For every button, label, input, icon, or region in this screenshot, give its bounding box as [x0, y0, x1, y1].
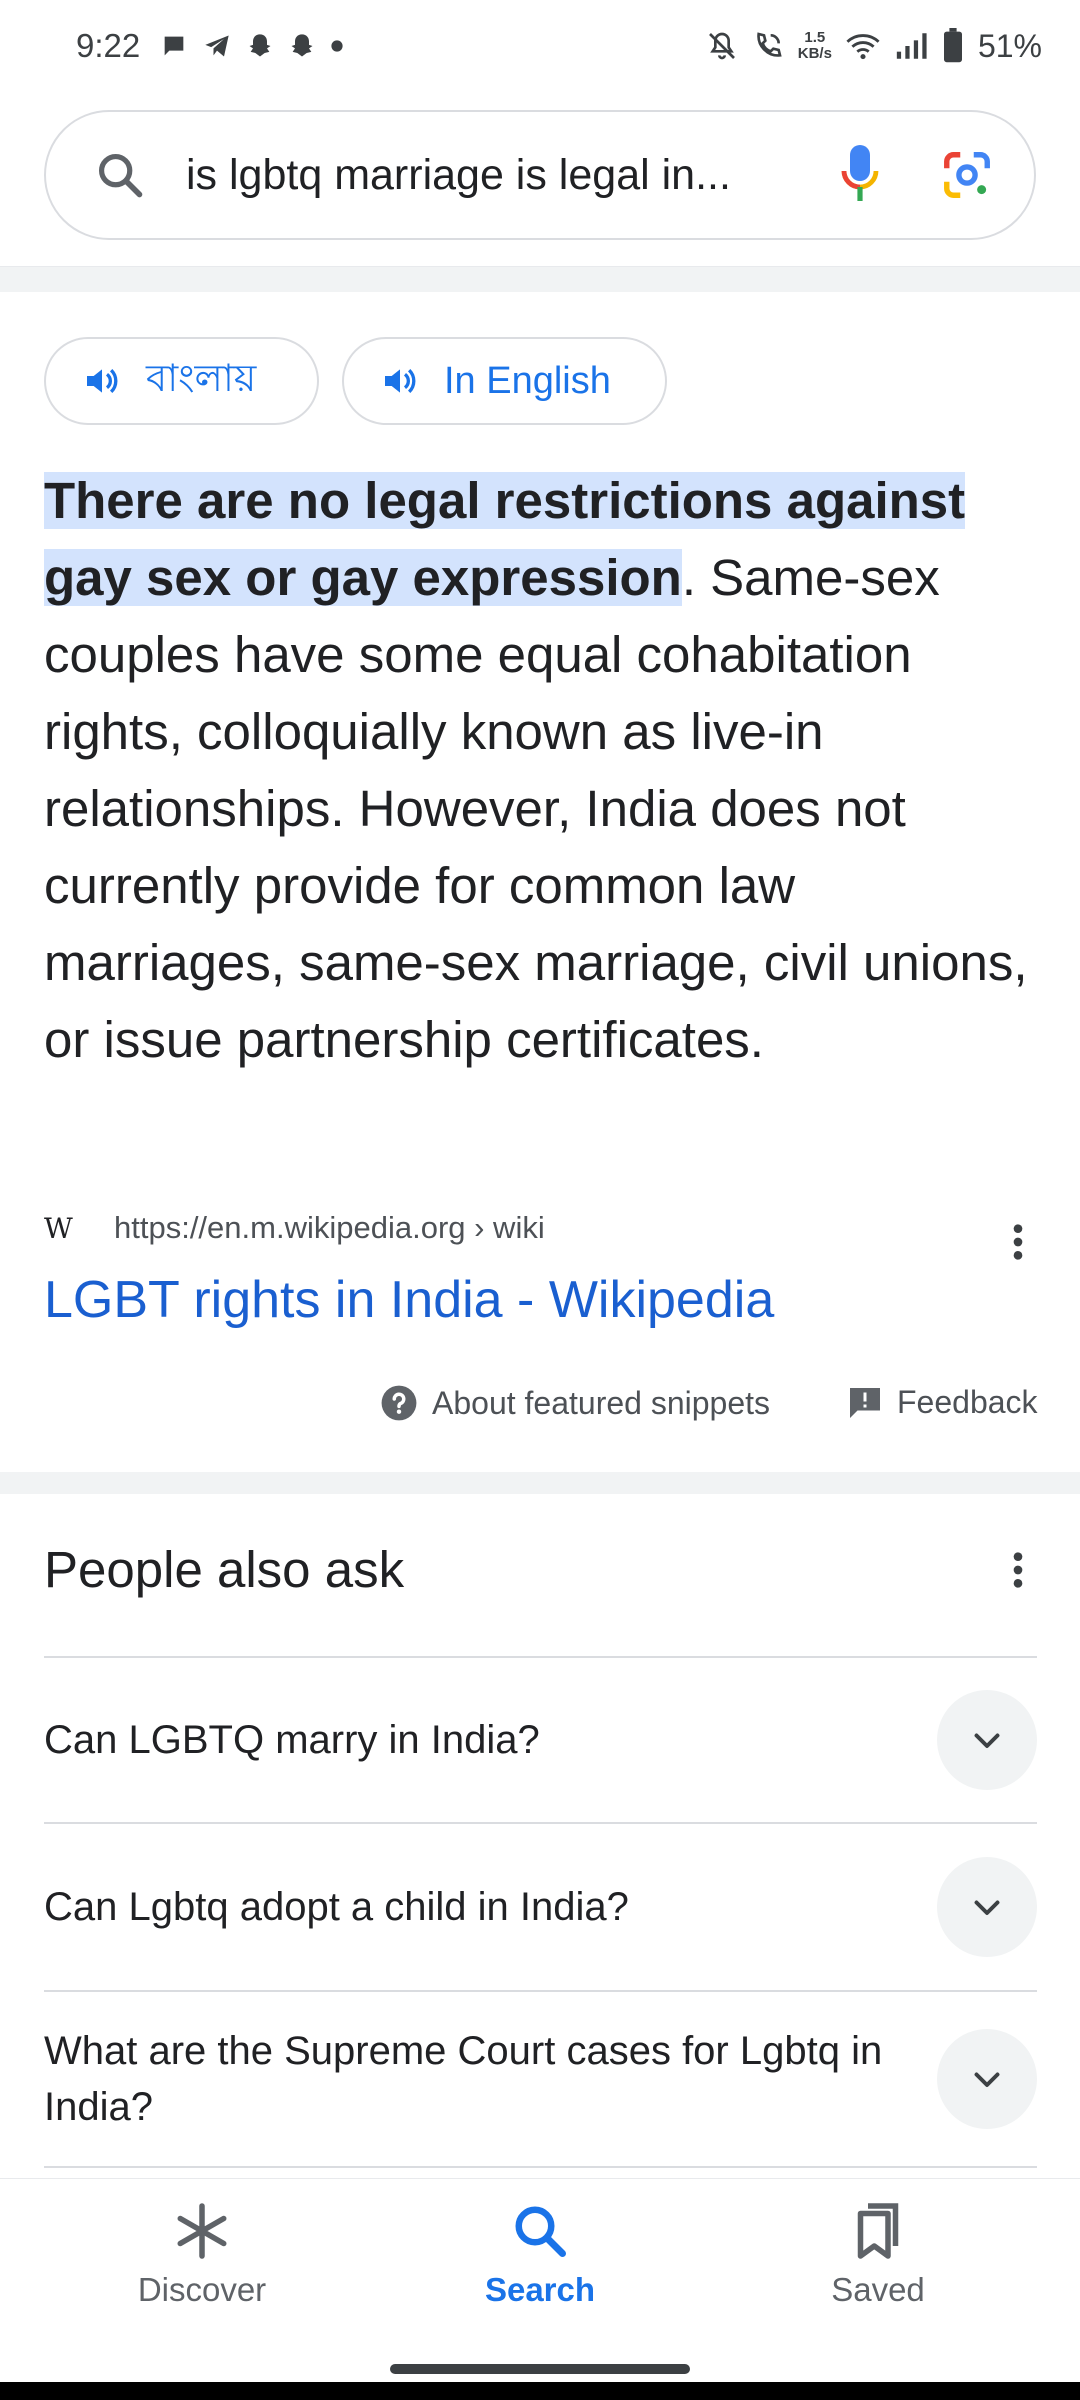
expand-button[interactable]: [937, 1857, 1037, 1957]
search-icon: [515, 2206, 566, 2257]
section-divider: [0, 1472, 1080, 1494]
screen-bottom-edge: [0, 2382, 1080, 2400]
snippet-body: . Same-sex couples have some equal cohab…: [44, 549, 1028, 1068]
nav-discover[interactable]: Discover: [92, 2201, 312, 2309]
paa-question-text: What are the Supreme Court cases for Lgb…: [44, 2029, 883, 2129]
battery-percent: 51%: [977, 27, 1042, 64]
speaker-icon: [385, 368, 416, 394]
wikipedia-logo-icon: W: [44, 1211, 73, 1245]
chevron-down-icon: [974, 1900, 1000, 1915]
signal-icon: [896, 33, 927, 59]
listen-english-label: In English: [444, 359, 611, 402]
google-lens-icon: [944, 152, 990, 198]
list-divider: [44, 2166, 1037, 2168]
nav-search[interactable]: Search: [430, 2201, 650, 2309]
net-speed: 1.5 KB/s: [798, 30, 832, 62]
mute-icon: [708, 32, 735, 60]
search-bar[interactable]: is lgbtq marriage is legal in...: [44, 110, 1036, 240]
feedback-button[interactable]: Feedback: [847, 1384, 1038, 1421]
people-also-ask-title: People also ask: [44, 1541, 405, 1598]
speaker-icon: [87, 368, 118, 394]
dot-icon: [331, 40, 343, 52]
people-also-ask-list: Can LGBTQ marry in India? Can Lgbtq adop…: [44, 1656, 1037, 2168]
nav-search-label: Search: [484, 2271, 596, 2308]
paa-question-text: Can Lgbtq adopt a child in India?: [44, 1885, 629, 1929]
feedback-label: Feedback: [897, 1384, 1038, 1420]
more-options-icon[interactable]: [1006, 1550, 1030, 1590]
microphone-icon: [841, 145, 879, 201]
search-icon: [98, 153, 143, 198]
net-speed-value: 1.5: [804, 29, 826, 46]
expand-button[interactable]: [937, 2029, 1037, 2129]
result-url[interactable]: https://en.m.wikipedia.org › wiki: [114, 1210, 545, 1246]
net-speed-unit: KB/s: [797, 45, 832, 62]
bookmarks-icon: [857, 2203, 899, 2259]
system-icons: 1.5 KB/s 51%: [706, 28, 1042, 65]
wifi-icon: [846, 34, 880, 60]
paa-question-item[interactable]: What are the Supreme Court cases for Lgb…: [44, 1990, 1037, 2166]
paa-question-item[interactable]: Can LGBTQ marry in India?: [44, 1656, 1037, 1822]
expand-button[interactable]: [937, 1690, 1037, 1790]
result-source[interactable]: W https://en.m.wikipedia.org › wiki: [44, 1210, 1044, 1246]
nav-saved-label: Saved: [831, 2271, 925, 2308]
listen-english-button[interactable]: In English: [342, 337, 667, 425]
about-featured-snippets-label: About featured snippets: [432, 1384, 771, 1421]
asterisk-icon: [177, 2203, 227, 2259]
snapchat-icon: [291, 34, 313, 57]
listen-bengali-button[interactable]: বাংলায়: [44, 337, 319, 425]
search-input[interactable]: is lgbtq marriage is legal in...: [186, 151, 840, 200]
section-divider: [0, 266, 1080, 292]
chevron-down-icon: [974, 1733, 1000, 1748]
chevron-down-icon: [974, 2072, 1000, 2087]
nav-discover-label: Discover: [137, 2271, 267, 2308]
wifi-calling-icon: [757, 32, 782, 57]
paa-question-text: Can LGBTQ marry in India?: [44, 1718, 540, 1762]
nav-saved[interactable]: Saved: [768, 2201, 988, 2309]
snapchat-icon: [249, 34, 271, 57]
status-time: 9:22: [76, 27, 141, 64]
help-icon: [381, 1385, 417, 1421]
notification-icons: [160, 32, 344, 60]
more-options-icon[interactable]: [1006, 1222, 1030, 1262]
about-featured-snippets-button[interactable]: About featured snippets: [380, 1384, 770, 1422]
paa-question-item[interactable]: Can Lgbtq adopt a child in India?: [44, 1822, 1037, 1990]
result-title-link[interactable]: LGBT rights in India - Wikipedia: [44, 1270, 774, 1330]
feedback-icon: [850, 1387, 880, 1418]
battery-icon: [943, 28, 962, 63]
telegram-icon: [205, 35, 229, 57]
chat-icon: [164, 36, 184, 56]
gesture-handle[interactable]: [390, 2364, 690, 2374]
listen-bengali-label: বাংলায়: [146, 358, 257, 400]
featured-snippet-text: There are no legal restrictions against …: [44, 462, 1044, 1078]
status-bar: 9:22 1.5 KB/s 51%: [0, 0, 1080, 92]
voice-search-button[interactable]: [840, 143, 880, 207]
google-lens-button[interactable]: [940, 148, 994, 202]
